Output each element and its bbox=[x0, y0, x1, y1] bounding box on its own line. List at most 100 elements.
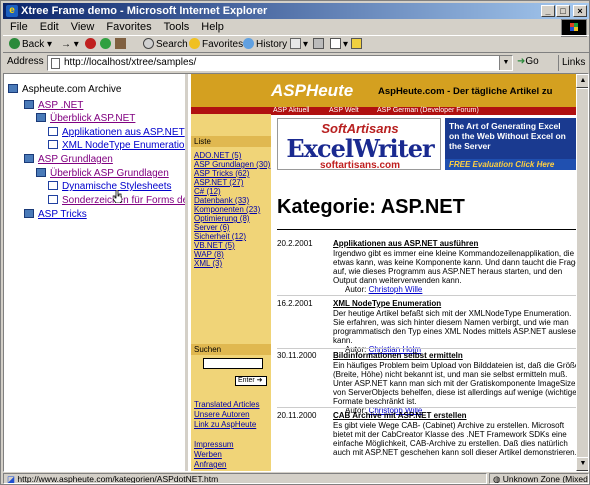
menu-favorites[interactable]: Favorites bbox=[101, 20, 156, 35]
search-button[interactable]: Search bbox=[143, 36, 188, 54]
liste-link[interactable]: ASP Grundlagen (30) bbox=[194, 160, 270, 169]
menu-tools[interactable]: Tools bbox=[159, 20, 195, 35]
edit-icon bbox=[330, 38, 341, 49]
unsere-autoren-link[interactable]: Unsere Autoren bbox=[194, 410, 250, 419]
status-text: ◪ http://www.aspheute.com/kategorien/ASP… bbox=[3, 473, 487, 484]
ad-brand: SoftArtisans ExcelWriter softartisans.co… bbox=[277, 118, 441, 170]
close-button[interactable]: × bbox=[573, 5, 587, 17]
article-title-link[interactable]: Bildinformationen selbst ermitteln bbox=[333, 351, 463, 360]
impressum-link[interactable]: Impressum bbox=[194, 440, 234, 449]
article-title-link[interactable]: CAB Archive mit ASP.NET erstellen bbox=[333, 411, 467, 420]
tree-item-asp-grundlagen[interactable]: ASP Grundlagen bbox=[24, 154, 113, 166]
address-dropdown-icon[interactable]: ▼ bbox=[499, 56, 512, 70]
ad-cta[interactable]: FREE Evaluation Click Here bbox=[445, 159, 576, 170]
discuss-button[interactable] bbox=[351, 36, 364, 54]
liste-link[interactable]: Server (6) bbox=[194, 223, 230, 232]
links-button[interactable]: Links » bbox=[558, 55, 588, 84]
link-zu-aspheute-link[interactable]: Link zu AspHeute bbox=[194, 420, 256, 429]
enter-button[interactable]: Enter ➜ bbox=[235, 376, 267, 386]
maximize-button[interactable]: □ bbox=[556, 5, 570, 17]
liste-link[interactable]: WAP (8) bbox=[194, 250, 224, 259]
refresh-button[interactable] bbox=[100, 36, 113, 54]
back-button[interactable]: Back ▾ bbox=[9, 36, 52, 54]
article-title-link[interactable]: XML NodeType Enumeration bbox=[333, 299, 441, 308]
minimize-button[interactable]: _ bbox=[541, 5, 555, 17]
menu-edit[interactable]: Edit bbox=[35, 20, 64, 35]
history-button[interactable]: History bbox=[243, 36, 287, 54]
search-icon bbox=[143, 38, 154, 49]
favorites-button[interactable]: Favorites bbox=[189, 36, 243, 54]
home-button[interactable] bbox=[115, 36, 128, 54]
tree-item-ueberblick-asp-net[interactable]: Überblick ASP.NET bbox=[36, 113, 135, 125]
book-icon bbox=[36, 113, 46, 122]
menu-help[interactable]: Help bbox=[196, 20, 229, 35]
liste-link[interactable]: C# (12) bbox=[194, 187, 221, 196]
address-input[interactable]: http://localhost/xtree/samples/ ▼ bbox=[47, 55, 513, 71]
article-title-link[interactable]: Applikationen aus ASP.NET ausführen bbox=[333, 239, 478, 248]
tree-item-dynamische-stylesheets[interactable]: Dynamische Stylesheets bbox=[48, 181, 172, 193]
back-arrow-icon bbox=[9, 38, 20, 49]
site-tagline: AspHeute.com - Der tägliche Artikel zu bbox=[378, 86, 553, 97]
liste-link[interactable]: Optimierung (8) bbox=[194, 214, 250, 223]
translated-articles-link[interactable]: Translated Articles bbox=[194, 400, 260, 409]
liste-link[interactable]: Komponenten (23) bbox=[194, 205, 260, 214]
divider bbox=[277, 348, 576, 349]
edit-button[interactable]: ▾ bbox=[330, 36, 348, 54]
print-button[interactable] bbox=[313, 36, 326, 54]
liste-link[interactable]: ASP Tricks (62) bbox=[194, 169, 249, 178]
tree-item-applikationen[interactable]: Applikationen aus ASP.NET bbox=[48, 127, 185, 139]
nav-asp-german[interactable]: ASP German (Developer Forum) bbox=[377, 107, 479, 115]
article-description: Es gibt viele Wege CAB- (Cabinet) Archiv… bbox=[333, 421, 576, 457]
tree-item-ueberblick-asp-grundlagen[interactable]: Überblick ASP Grundlagen bbox=[36, 168, 169, 180]
liste-link[interactable]: Datenbank (33) bbox=[194, 196, 249, 205]
menu-file[interactable]: File bbox=[5, 20, 33, 35]
tree-root[interactable]: Aspheute.com Archive bbox=[8, 84, 122, 96]
address-label: Address bbox=[7, 56, 44, 67]
site-search-input[interactable] bbox=[203, 358, 263, 369]
stop-button[interactable] bbox=[85, 36, 98, 54]
go-button[interactable]: ➜Go bbox=[517, 56, 539, 67]
scroll-down-icon[interactable]: ▼ bbox=[576, 457, 588, 471]
excelwriter-ad-banner[interactable]: SoftArtisans ExcelWriter softartisans.co… bbox=[277, 118, 576, 170]
address-url: http://localhost/xtree/samples/ bbox=[64, 57, 197, 68]
vertical-scrollbar[interactable]: ▲ ▼ bbox=[576, 74, 588, 471]
zone-icon: ◍ bbox=[493, 474, 501, 484]
scroll-up-icon[interactable]: ▲ bbox=[576, 74, 588, 88]
history-icon bbox=[243, 38, 254, 49]
tree-item-asp-net[interactable]: ASP .NET bbox=[24, 100, 83, 112]
author-link[interactable]: Christoph Wille bbox=[369, 285, 423, 294]
forward-button[interactable]: → ▾ bbox=[61, 36, 79, 54]
ad-pitch: The Art of Generating Excel on the Web W… bbox=[445, 118, 576, 170]
scroll-thumb[interactable] bbox=[576, 88, 588, 458]
page-icon bbox=[48, 181, 58, 190]
menu-view[interactable]: View bbox=[66, 20, 100, 35]
article-description: Irgendwo gibt es immer eine kleine Komma… bbox=[333, 249, 576, 294]
article-date: 20.11.2000 bbox=[277, 411, 317, 420]
refresh-icon bbox=[100, 38, 111, 49]
werben-link[interactable]: Werben bbox=[194, 450, 222, 459]
page-content: Aspheute.com Archive ASP .NET Überblick … bbox=[3, 73, 589, 472]
liste-heading: Liste bbox=[191, 136, 271, 147]
mail-icon bbox=[290, 38, 301, 49]
favorites-icon bbox=[189, 38, 200, 49]
mail-button[interactable]: ▾ bbox=[290, 36, 308, 54]
article-entry: 20.11.2000 CAB Archive mit ASP.NET erste… bbox=[277, 411, 576, 469]
article-entry: 20.2.2001 Applikationen aus ASP.NET ausf… bbox=[277, 239, 576, 294]
tree-item-xml-nodetype[interactable]: XML NodeType Enumeration bbox=[48, 140, 185, 152]
browser-window: e Xtree Frame demo - Microsoft Internet … bbox=[0, 0, 590, 485]
page-icon bbox=[48, 140, 58, 149]
status-page-icon: ◪ bbox=[7, 474, 16, 484]
ad-brand-main: ExcelWriter bbox=[286, 134, 434, 163]
nav-asp-welt[interactable]: ASP Welt bbox=[329, 107, 359, 115]
tree-item-asp-tricks[interactable]: ASP Tricks bbox=[24, 209, 87, 221]
nav-asp-aktuell[interactable]: ASP Aktuell bbox=[273, 107, 309, 115]
liste-link[interactable]: ASP.NET (27) bbox=[194, 178, 244, 187]
liste-link[interactable]: VB.NET (5) bbox=[194, 241, 235, 250]
address-bar: Address http://localhost/xtree/samples/ … bbox=[3, 54, 589, 84]
liste-link[interactable]: XML (3) bbox=[194, 259, 222, 268]
anfragen-link[interactable]: Anfragen bbox=[194, 460, 226, 469]
liste-link[interactable]: ADO.NET (5) bbox=[194, 151, 241, 160]
liste-link[interactable]: Sicherheit (12) bbox=[194, 232, 246, 241]
site-logo[interactable]: ASPHeute bbox=[271, 81, 353, 101]
article-entry: 16.2.2001 XML NodeType Enumeration Der h… bbox=[277, 299, 576, 354]
